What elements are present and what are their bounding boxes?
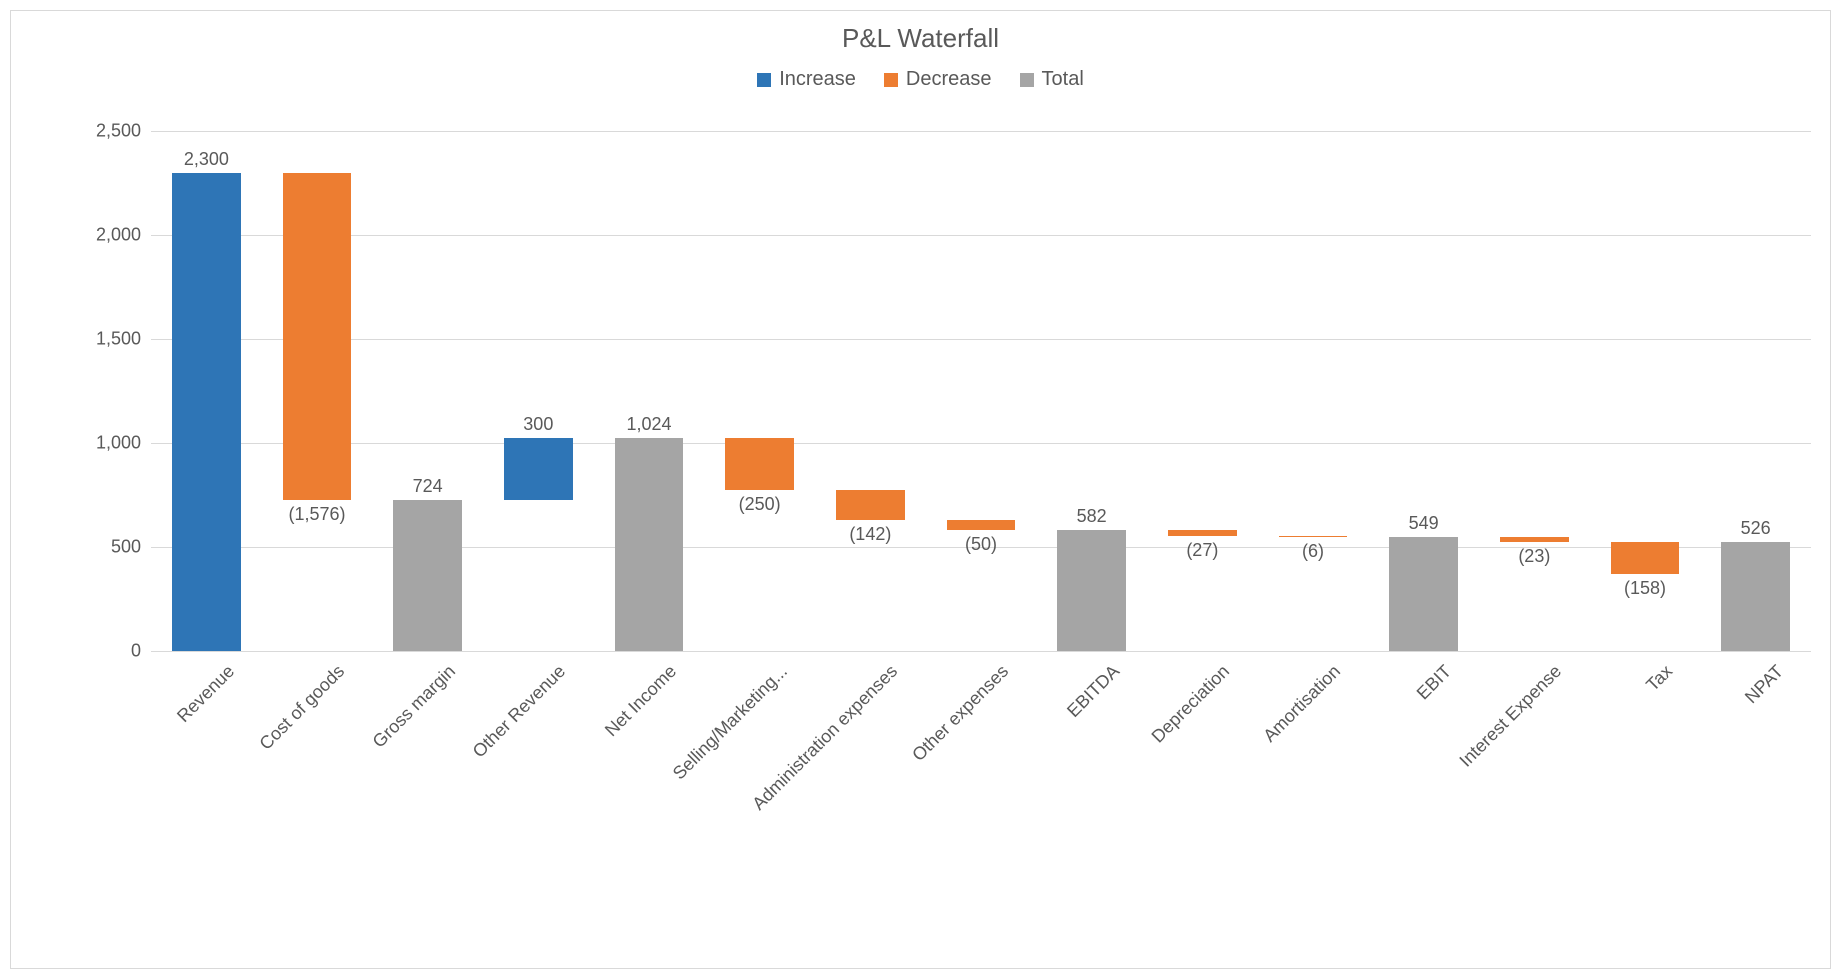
bar-data-label: (1,576) [247, 504, 387, 525]
y-tick-label: 0 [131, 641, 141, 662]
bar-data-label: (250) [690, 494, 830, 515]
waterfall-bar [1389, 537, 1458, 651]
legend-item-decrease: Decrease [884, 68, 992, 91]
waterfall-bar [836, 490, 905, 520]
waterfall-bar [393, 500, 462, 651]
legend-swatch-increase [757, 73, 771, 87]
y-tick-label: 1,000 [96, 433, 141, 454]
legend-item-increase: Increase [757, 68, 856, 91]
bar-data-label: (23) [1464, 546, 1604, 567]
waterfall-bar [1279, 536, 1348, 537]
y-tick-label: 2,000 [96, 225, 141, 246]
plot-area: 05001,0001,5002,0002,5002,300Revenue(1,5… [151, 131, 1811, 652]
waterfall-bar [1168, 530, 1237, 536]
bar-data-label: 526 [1686, 518, 1826, 539]
waterfall-bar [1611, 542, 1680, 575]
gridline [151, 235, 1811, 236]
waterfall-bar [615, 438, 684, 651]
gridline [151, 443, 1811, 444]
bar-data-label: (50) [911, 534, 1051, 555]
waterfall-bar [1500, 537, 1569, 542]
chart-legend: Increase Decrease Total [11, 68, 1830, 91]
legend-item-total: Total [1020, 68, 1084, 91]
waterfall-bar [725, 438, 794, 490]
legend-label-increase: Increase [779, 68, 856, 91]
bar-data-label: 724 [358, 476, 498, 497]
y-tick-label: 500 [111, 537, 141, 558]
bar-data-label: 1,024 [579, 414, 719, 435]
legend-label-total: Total [1042, 68, 1084, 91]
waterfall-bar [504, 438, 573, 500]
chart-frame: P&L Waterfall Increase Decrease Total 05… [10, 10, 1831, 969]
legend-label-decrease: Decrease [906, 68, 992, 91]
waterfall-bar [947, 520, 1016, 530]
bar-data-label: 2,300 [136, 149, 276, 170]
bar-data-label: (158) [1575, 578, 1715, 599]
waterfall-bar [172, 173, 241, 651]
bar-data-label: 549 [1354, 513, 1494, 534]
waterfall-bar [283, 173, 352, 501]
legend-swatch-total [1020, 73, 1034, 87]
y-tick-label: 2,500 [96, 121, 141, 142]
waterfall-bar [1057, 530, 1126, 651]
legend-swatch-decrease [884, 73, 898, 87]
chart-title: P&L Waterfall [11, 23, 1830, 54]
waterfall-bar [1721, 542, 1790, 651]
bar-data-label: 582 [1022, 506, 1162, 527]
plot-wrap: 05001,0001,5002,0002,5002,300Revenue(1,5… [91, 131, 1811, 721]
gridline [151, 131, 1811, 132]
gridline [151, 339, 1811, 340]
bar-data-label: (6) [1243, 541, 1383, 562]
y-tick-label: 1,500 [96, 329, 141, 350]
